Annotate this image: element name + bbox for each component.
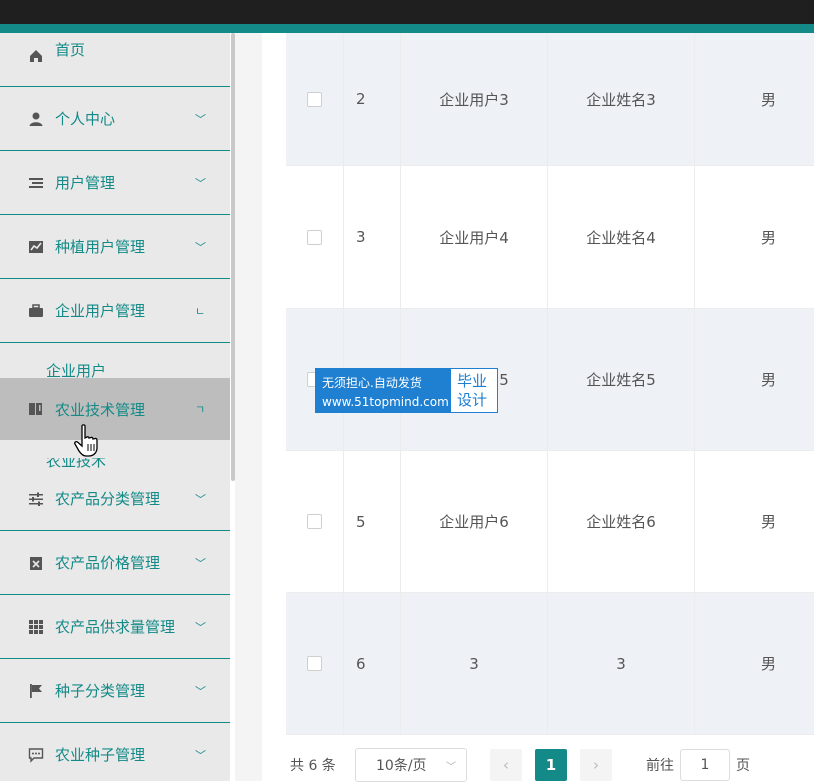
chevron-down-icon: ﹀ xyxy=(195,176,206,190)
checkbox-cell xyxy=(286,166,344,308)
chevron-up-icon: ㄴ xyxy=(195,304,206,318)
sidebar-item-label: 个人中心 xyxy=(55,110,116,128)
page-number-button[interactable]: 1 xyxy=(535,749,567,781)
accent-strip xyxy=(0,24,814,33)
total-count: 共 6 条 xyxy=(290,758,336,774)
sidebar-item-user-management[interactable]: 用户管理 ﹀ xyxy=(0,151,230,215)
checkbox-cell xyxy=(286,33,344,165)
gender-cell: 男 xyxy=(760,228,776,247)
list-icon xyxy=(28,175,44,191)
sidebar-item-enterprise-management[interactable]: 企业用户管理 ㄴ xyxy=(0,279,230,343)
gender-cell: 男 xyxy=(760,513,776,531)
chevron-down-icon: ﹀ xyxy=(446,761,456,773)
watermark-line2: www.51topmind.com xyxy=(322,395,449,409)
checkbox-cell xyxy=(286,593,344,734)
sidebar-item-label: 农业技术管理 xyxy=(55,400,146,419)
index-cell: 3 xyxy=(344,166,401,308)
page-unit-label: 页 xyxy=(736,758,750,774)
sidebar-item-label: 种子分类管理 xyxy=(55,682,146,700)
sidebar-item-label: 农业种子管理 xyxy=(55,746,146,764)
chevron-right-icon: › xyxy=(593,756,599,774)
sidebar-item-agri-tech-management[interactable]: 农业技术管理 ㄱ xyxy=(0,378,230,440)
sidebar-item-personal-center[interactable]: 个人中心 ﹀ xyxy=(0,87,230,151)
username-cell: 企业用户3 xyxy=(401,33,548,165)
chevron-down-icon: ﹀ xyxy=(195,556,206,570)
briefcase-icon xyxy=(28,303,44,319)
pagination: 共 6 条 10条/页 ﹀ ‹ 1 › 前往 1 页 xyxy=(290,748,770,782)
table-row[interactable]: 3 企业用户4 企业姓名4 男 xyxy=(286,166,814,309)
sidebar-item-home[interactable]: 首页 xyxy=(0,33,230,87)
sidebar-item-supply-demand[interactable]: 农产品供求量管理 ﹀ xyxy=(0,595,230,659)
gender-cell: 男 xyxy=(760,371,776,389)
sidebar-item-product-category[interactable]: 农产品分类管理 ﹀ xyxy=(0,467,230,531)
home-icon xyxy=(28,48,44,64)
chevron-down-icon: ﹀ xyxy=(195,684,206,698)
sidebar-item-label: 企业用户管理 xyxy=(55,302,146,320)
sidebar-item-seed-category[interactable]: 种子分类管理 ﹀ xyxy=(0,659,230,723)
name-cell: 3 xyxy=(548,593,695,734)
sidebar-item-label: 农产品供求量管理 xyxy=(55,618,176,636)
row-checkbox[interactable] xyxy=(307,514,322,529)
chevron-down-icon: ﹀ xyxy=(195,112,206,126)
table-row[interactable]: 5 企业用户6 企业姓名6 男 xyxy=(286,451,814,593)
chevron-left-icon: ‹ xyxy=(503,756,509,774)
chat-icon xyxy=(28,747,44,763)
next-page-button[interactable]: › xyxy=(580,749,612,781)
clipboard-icon xyxy=(28,555,44,571)
chart-icon xyxy=(28,239,44,255)
sliders-icon xyxy=(28,491,44,507)
sidebar-item-seed-management[interactable]: 农业种子管理 ﹀ xyxy=(0,723,230,781)
checkbox-cell xyxy=(286,451,344,592)
watermark-tag1: 毕业 xyxy=(457,372,488,390)
content-gutter xyxy=(235,33,262,781)
index-cell: 5 xyxy=(344,451,401,592)
username-cell: 企业用户4 xyxy=(401,166,548,308)
name-cell: 企业姓名5 xyxy=(548,309,695,450)
table-row[interactable]: 2 企业用户3 企业姓名3 男 xyxy=(286,33,814,166)
goto-label: 前往 xyxy=(646,758,674,774)
sidebar-item-label: 种植用户管理 xyxy=(55,238,146,256)
hand-cursor-icon xyxy=(74,424,100,462)
sidebar-item-label: 农产品价格管理 xyxy=(55,554,161,572)
sidebar-item-label: 首页 xyxy=(55,41,86,59)
watermark-line1: 无须担心.自动发货 xyxy=(322,376,422,390)
page-size-value: 10条/页 xyxy=(376,758,427,774)
row-checkbox[interactable] xyxy=(307,91,322,107)
prev-page-button[interactable]: ‹ xyxy=(490,749,522,781)
row-checkbox[interactable] xyxy=(307,229,322,245)
sidebar-item-label: 农产品分类管理 xyxy=(55,490,161,508)
flag-icon xyxy=(28,683,44,699)
chevron-up-icon: ㄱ xyxy=(195,403,206,416)
user-icon xyxy=(28,111,44,127)
index-cell: 6 xyxy=(344,593,401,734)
name-cell: 企业姓名3 xyxy=(548,33,695,165)
gender-cell: 男 xyxy=(760,90,776,109)
sidebar-item-planter-management[interactable]: 种植用户管理 ﹀ xyxy=(0,215,230,279)
watermark-tag: 毕业 设计 xyxy=(451,369,497,412)
sidebar-item-label: 用户管理 xyxy=(55,174,116,192)
index-cell: 2 xyxy=(344,33,401,165)
sidebar-item-product-price[interactable]: 农产品价格管理 ﹀ xyxy=(0,531,230,595)
username-cell: 企业用户6 xyxy=(401,451,548,592)
name-cell: 企业姓名6 xyxy=(548,451,695,592)
page-size-select[interactable]: 10条/页 ﹀ xyxy=(355,748,467,782)
chevron-down-icon: ﹀ xyxy=(195,748,206,762)
sidebar: 首页 个人中心 ﹀ 用户管理 ﹀ 种植用户管理 ﹀ 企业用户管理 ㄴ 企业用户 xyxy=(0,33,230,781)
row-checkbox[interactable] xyxy=(307,656,322,671)
book-icon xyxy=(28,401,44,417)
name-cell: 企业姓名4 xyxy=(548,166,695,308)
watermark-badge: 无须担心.自动发货 www.51topmind.com 毕业 设计 xyxy=(315,368,498,413)
watermark-text: 无须担心.自动发货 www.51topmind.com xyxy=(316,369,451,412)
chevron-down-icon: ﹀ xyxy=(195,492,206,506)
table-row[interactable]: 6 3 3 男 xyxy=(286,593,814,735)
chevron-down-icon: ﹀ xyxy=(195,620,206,634)
goto-page-input[interactable]: 1 xyxy=(680,749,730,781)
grid-icon xyxy=(28,619,44,635)
top-header-bar xyxy=(0,0,814,24)
username-cell: 3 xyxy=(401,593,548,734)
chevron-down-icon: ﹀ xyxy=(195,240,206,254)
gender-cell: 男 xyxy=(760,655,776,673)
watermark-tag2: 设计 xyxy=(457,391,488,409)
